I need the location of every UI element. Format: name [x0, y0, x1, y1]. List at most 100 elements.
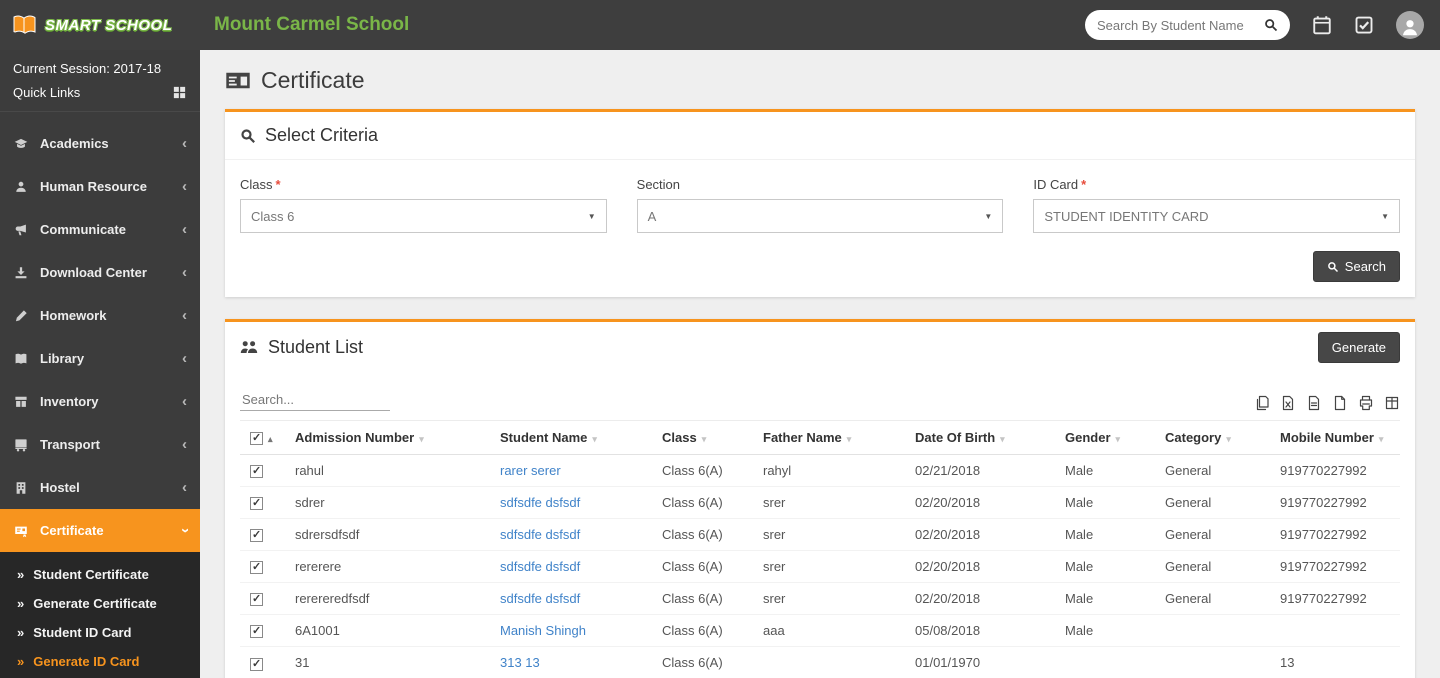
certificate-submenu: »Student Certificate»Generate Certificat…: [0, 552, 200, 678]
column-header-date-of-birth[interactable]: Date Of Birth▾: [905, 421, 1055, 455]
app-logo[interactable]: SMART SCHOOL: [0, 0, 200, 50]
search-button[interactable]: Search: [1313, 251, 1400, 282]
sidebar-item-academics[interactable]: Academics‹: [0, 122, 200, 165]
pdf-icon[interactable]: [1332, 395, 1348, 411]
table-cell: 02/20/2018: [905, 551, 1055, 583]
sidebar-subitem-generate-id-card[interactable]: »Generate ID Card: [0, 647, 200, 676]
sidebar-item-human-resource[interactable]: Human Resource‹: [0, 165, 200, 208]
sidebar-subitem-student-id-card[interactable]: »Student ID Card: [0, 618, 200, 647]
table-cell: 919770227992: [1270, 487, 1400, 519]
table-cell: General: [1155, 551, 1270, 583]
row-checkbox[interactable]: [250, 497, 263, 510]
student-list-card: Student List Generate ▴ Admission Number…: [225, 319, 1415, 678]
sort-caret-icon: ▾: [1000, 434, 1005, 444]
double-angle-icon: »: [17, 625, 24, 640]
row-checkbox[interactable]: [250, 625, 263, 638]
brand-name: SMART SCHOOL: [45, 17, 172, 34]
table-cell: General: [1155, 455, 1270, 487]
chevron-icon: ‹: [182, 437, 187, 452]
sidebar-subitem-generate-certificate[interactable]: »Generate Certificate: [0, 589, 200, 618]
sidebar-item-homework[interactable]: Homework‹: [0, 294, 200, 337]
sidebar-item-certificate[interactable]: Certificate‹: [0, 509, 200, 552]
class-field: Class* Class 6 ▼: [240, 177, 607, 233]
sidebar-item-library[interactable]: Library‹: [0, 337, 200, 380]
chevron-icon: ‹: [182, 222, 187, 237]
sidebar-nav: Academics‹Human Resource‹Communicate‹Dow…: [0, 122, 200, 678]
student-search-input[interactable]: [1097, 18, 1258, 33]
table-cell: 02/20/2018: [905, 487, 1055, 519]
section-select[interactable]: A ▼: [637, 199, 1004, 233]
print-icon[interactable]: [1358, 395, 1374, 411]
columns-icon[interactable]: [1384, 395, 1400, 411]
csv-icon[interactable]: [1306, 395, 1322, 411]
row-checkbox[interactable]: [250, 529, 263, 542]
bus-icon: [13, 438, 29, 452]
sidebar-subitem-student-certificate[interactable]: »Student Certificate: [0, 560, 200, 589]
sort-caret-icon: ▾: [592, 434, 597, 444]
tasks-icon[interactable]: [1354, 15, 1374, 35]
table-cell: Male: [1055, 615, 1155, 647]
topbar-actions: [1085, 10, 1440, 40]
table-cell: srer: [753, 583, 905, 615]
id-card-select[interactable]: STUDENT IDENTITY CARD ▼: [1033, 199, 1400, 233]
student-name-link[interactable]: sdfsdfe dsfsdf: [500, 527, 580, 542]
select-criteria-header: Select Criteria: [225, 112, 1415, 160]
row-checkbox[interactable]: [250, 465, 263, 478]
student-search[interactable]: [1085, 10, 1290, 40]
sidebar-item-transport[interactable]: Transport‹: [0, 423, 200, 466]
graduation-cap-icon: [13, 137, 29, 151]
table-search-input[interactable]: [240, 389, 390, 411]
student-name-link[interactable]: sdfsdfe dsfsdf: [500, 591, 580, 606]
row-checkbox[interactable]: [250, 593, 263, 606]
table-row: rerereresdfsdfe dsfsdfClass 6(A)srer02/2…: [240, 551, 1400, 583]
select-criteria-title: Select Criteria: [265, 125, 378, 146]
excel-icon[interactable]: [1280, 395, 1296, 411]
search-icon[interactable]: [1264, 18, 1278, 32]
table-header-row: ▴ Admission Number▾Student Name▾Class▾Fa…: [240, 421, 1400, 455]
row-checkbox[interactable]: [250, 658, 263, 671]
student-name-link[interactable]: 313 13: [500, 655, 540, 670]
table-cell: sdrer: [285, 487, 490, 519]
column-header-mobile-number[interactable]: Mobile Number▾: [1270, 421, 1400, 455]
quick-links[interactable]: Quick Links: [0, 78, 200, 112]
generate-button[interactable]: Generate: [1318, 332, 1400, 363]
sort-caret-icon: ▾: [1116, 434, 1121, 444]
table-cell: 919770227992: [1270, 519, 1400, 551]
page-header: Certificate: [200, 50, 1440, 107]
table-cell: Class 6(A): [652, 519, 753, 551]
table-cell: Male: [1055, 551, 1155, 583]
student-name-link[interactable]: sdfsdfe dsfsdf: [500, 495, 580, 510]
certificate-page-icon: [225, 70, 251, 91]
table-cell: aaa: [753, 615, 905, 647]
column-header-category[interactable]: Category▾: [1155, 421, 1270, 455]
chevron-icon: ‹: [182, 351, 187, 366]
class-select-value: Class 6: [251, 209, 294, 224]
table-cell: 919770227992: [1270, 583, 1400, 615]
class-select[interactable]: Class 6 ▼: [240, 199, 607, 233]
column-header-father-name[interactable]: Father Name▾: [753, 421, 905, 455]
column-header-class[interactable]: Class▾: [652, 421, 753, 455]
select-all-checkbox[interactable]: [250, 432, 263, 445]
sidebar-item-hostel[interactable]: Hostel‹: [0, 466, 200, 509]
table-cell: 6A1001: [285, 615, 490, 647]
calendar-icon[interactable]: [1312, 15, 1332, 35]
section-field: Section A ▼: [637, 177, 1004, 233]
sidebar-item-communicate[interactable]: Communicate‹: [0, 208, 200, 251]
grid-icon[interactable]: [172, 85, 187, 100]
column-header-student-name[interactable]: Student Name▾: [490, 421, 652, 455]
user-avatar[interactable]: [1396, 11, 1424, 39]
sidebar-item-download-center[interactable]: Download Center‹: [0, 251, 200, 294]
sidebar: Current Session: 2017-18 Quick Links Aca…: [0, 50, 200, 678]
sidebar-item-inventory[interactable]: Inventory‹: [0, 380, 200, 423]
student-name-link[interactable]: rarer serer: [500, 463, 561, 478]
row-checkbox[interactable]: [250, 561, 263, 574]
chevron-icon: ‹: [182, 480, 187, 495]
student-name-link[interactable]: sdfsdfe dsfsdf: [500, 559, 580, 574]
copy-icon[interactable]: [1254, 395, 1270, 411]
column-header-gender[interactable]: Gender▾: [1055, 421, 1155, 455]
boxes-icon: [13, 395, 29, 409]
student-name-link[interactable]: Manish Shingh: [500, 623, 586, 638]
table-cell: rerereredfsdf: [285, 583, 490, 615]
table-cell: [1155, 647, 1270, 678]
column-header-admission-number[interactable]: Admission Number▾: [285, 421, 490, 455]
